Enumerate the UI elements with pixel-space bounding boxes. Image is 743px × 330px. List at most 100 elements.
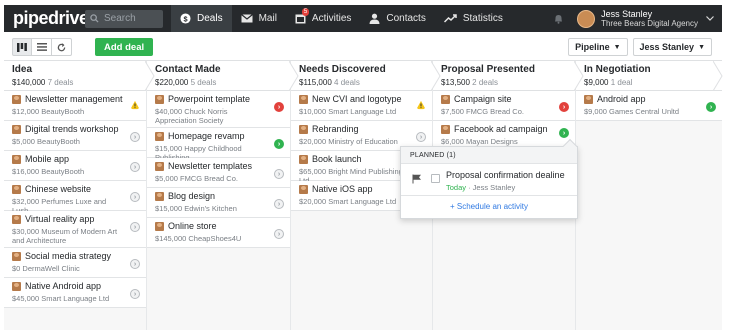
schedule-activity-link[interactable]: + Schedule an activity (401, 196, 577, 211)
stage-arrow (145, 61, 155, 91)
stage-total: $115,000 (299, 78, 332, 87)
stage-name: In Negotiation (584, 64, 651, 75)
deal-title: Native Android app (25, 281, 102, 291)
stage-name: Needs Discovered (299, 64, 386, 75)
contact-avatar (12, 282, 21, 291)
deal-card[interactable]: Mobile app $16,000 BeautyBooth › (4, 151, 146, 181)
deal-card[interactable]: Online store $145,000 CheapShoes4U › (147, 218, 290, 248)
user-info[interactable]: Jess Stanley Three Bears Digital Agency (601, 9, 698, 29)
overdue-activity-icon[interactable]: › (559, 102, 569, 112)
schedule-activity-icon[interactable]: › (274, 169, 284, 179)
nav-item-contacts[interactable]: Contacts (360, 5, 434, 32)
deal-card[interactable]: Campaign site $7,500 FMCG Bread Co. › (433, 91, 575, 121)
svg-text:$: $ (183, 14, 187, 23)
pipeline-view-button[interactable] (12, 38, 32, 56)
nav-label-contacts: Contacts (386, 13, 426, 24)
schedule-activity-icon[interactable]: › (130, 259, 140, 269)
search-input[interactable]: Search (85, 9, 163, 28)
add-deal-button[interactable]: Add deal (95, 38, 154, 56)
deal-card[interactable]: Powerpoint template $40,000 Chuck Norris … (147, 91, 290, 128)
user-avatar[interactable] (577, 9, 596, 28)
deal-details: $30,000 Museum of Modern Art and Archite… (12, 227, 118, 245)
contact-avatar (12, 252, 21, 261)
schedule-activity-icon[interactable]: › (130, 289, 140, 299)
deal-card[interactable]: Digital trends workshop $5,000 BeautyBoot… (4, 121, 146, 151)
contact-avatar (584, 95, 593, 104)
pipeline-dropdown[interactable]: Pipeline ▼ (568, 38, 628, 56)
contact-avatar (12, 155, 21, 164)
contact-avatar (155, 162, 164, 171)
deal-details: $40,000 Chuck Norris Appreciation Societ… (155, 107, 228, 125)
deal-title: Blog design (168, 191, 216, 201)
warning-icon[interactable] (130, 100, 140, 110)
activity-owner: · Jess Stanley (466, 183, 516, 192)
nav-item-mail[interactable]: Mail (232, 5, 286, 32)
activity-done-checkbox[interactable] (431, 174, 440, 183)
deal-title: Mobile app (25, 154, 70, 164)
deal-card[interactable]: Native Android app $45,000 Smart Language… (4, 278, 146, 308)
nav-label-deals: Deals (197, 13, 223, 24)
deal-details: $7,500 FMCG Bread Co. (441, 107, 524, 116)
stage-column: Idea $140,000 7 deals Newsletter managem… (4, 61, 155, 330)
stage-arrow (574, 61, 584, 91)
contact-avatar (12, 215, 21, 224)
nav-item-deals[interactable]: $ Deals (171, 5, 232, 32)
list-view-button[interactable] (32, 38, 52, 56)
schedule-activity-icon[interactable]: › (416, 132, 426, 142)
bell-icon[interactable] (554, 14, 563, 24)
stage-total: $13,500 (441, 78, 470, 87)
deal-details: $145,000 CheapShoes4U (155, 234, 242, 243)
user-filter-dropdown[interactable]: Jess Stanley ▼ (632, 38, 712, 56)
overdue-activity-icon[interactable]: › (274, 102, 284, 112)
deal-card[interactable]: New CVI and logotype $10,000 Smart Langua… (291, 91, 432, 121)
stage-count: 4 deals (334, 78, 360, 87)
deal-details: $20,000 Ministry of Education (299, 137, 398, 146)
warning-icon[interactable] (416, 100, 426, 110)
deal-card[interactable]: Android app $9,000 Games Central Unltd › (576, 91, 722, 121)
nav-item-statistics[interactable]: Statistics (435, 5, 512, 32)
deal-card[interactable]: Homepage revamp$15,000 Happy Childhood P… (147, 128, 290, 162)
pipedrive-logo[interactable]: pipedrive (13, 8, 89, 29)
deal-card[interactable]: Blog design $15,000 Edwin's Kitchen › (147, 188, 290, 218)
deal-card[interactable]: Newsletter management $12,000 BeautyBooth (4, 91, 146, 121)
contact-avatar (155, 192, 164, 201)
deal-title: Native iOS app (312, 184, 373, 194)
stage-column: In Negotiation $9,000 1 deal Android app… (576, 61, 723, 330)
schedule-activity-icon[interactable]: › (274, 229, 284, 239)
deal-title: Digital trends workshop (25, 124, 119, 134)
planned-activity-icon[interactable]: › (559, 128, 569, 138)
activity-row[interactable]: Proposal confirmation dealine Today · Je… (401, 164, 577, 196)
planned-activity-icon[interactable]: › (274, 139, 284, 149)
schedule-activity-icon[interactable]: › (130, 162, 140, 172)
deal-card[interactable]: Social media strategy $0 DermaWell Clinic… (4, 248, 146, 278)
mail-icon (240, 14, 253, 23)
pipeline-dropdown-label: Pipeline (575, 42, 610, 52)
flag-icon (412, 174, 422, 184)
nav-item-activities[interactable]: 5 Activities (286, 5, 360, 32)
schedule-activity-icon[interactable]: › (130, 132, 140, 142)
schedule-activity-icon[interactable]: › (130, 192, 140, 202)
deals-toolbar: Add deal Pipeline ▼ Jess Stanley ▼ (4, 36, 722, 58)
stage-arrow (431, 61, 441, 91)
deal-title: Online store (168, 221, 217, 231)
deal-title: Newsletter templates (168, 161, 253, 171)
deal-card[interactable]: Virtual reality app $30,000 Museum of Mod… (4, 211, 146, 248)
chevron-down-icon[interactable] (706, 16, 714, 21)
stage-summary: $140,000 7 deals (12, 78, 146, 87)
stage-summary: $220,000 5 deals (155, 78, 290, 87)
deal-title: Android app (597, 94, 646, 104)
contact-avatar (299, 95, 308, 104)
caret-down-icon: ▼ (698, 43, 705, 51)
activity-meta: Today · Jess Stanley (446, 183, 565, 192)
deal-card[interactable]: Newsletter templates $5,000 FMCG Bread Co… (147, 158, 290, 188)
deal-title: Campaign site (454, 94, 512, 104)
schedule-activity-icon[interactable]: › (130, 222, 140, 232)
forecast-view-button[interactable] (52, 38, 72, 56)
stage-summary: $13,500 2 deals (441, 78, 575, 87)
planned-activity-icon[interactable]: › (706, 102, 716, 112)
schedule-activity-icon[interactable]: › (274, 199, 284, 209)
stage-total: $140,000 (12, 78, 46, 87)
deal-card[interactable]: Chinese website $32,000 Perfumes Luxe and… (4, 181, 146, 215)
deal-details: $45,000 Smart Language Ltd (12, 294, 110, 303)
activity-title[interactable]: Proposal confirmation dealine (446, 170, 565, 181)
